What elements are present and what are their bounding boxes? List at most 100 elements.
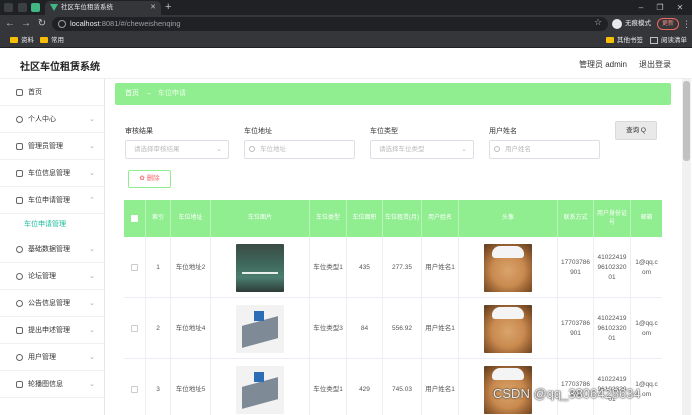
maximize-icon[interactable]: ❐	[650, 0, 670, 15]
avatar[interactable]	[484, 304, 532, 353]
url-input[interactable]: localhost:8081/#/cheweishenqing	[52, 17, 608, 31]
parking-3d-image[interactable]	[236, 304, 284, 353]
cell-type: 车位类型1	[310, 237, 347, 298]
compass-icon	[16, 246, 23, 253]
sidebar-item-label: 用户管理	[28, 354, 56, 361]
folder-icon	[10, 37, 18, 43]
cell-image	[211, 237, 310, 298]
sidebar-item-forum[interactable]: 论坛管理 ⌄	[0, 263, 105, 290]
cell-image	[211, 359, 310, 415]
address-input[interactable]: 车位地址	[244, 140, 355, 159]
select-all-header[interactable]	[124, 200, 146, 237]
bookmark-folder[interactable]: 常用	[40, 33, 64, 48]
sidebar-item-admins[interactable]: 管理员管理 ⌄	[0, 133, 105, 160]
sidebar-item-home[interactable]: 首页	[0, 79, 105, 106]
cell-rent: 556.92	[383, 298, 422, 359]
sidebar-item-profile[interactable]: 个人中心 ⌄	[0, 106, 105, 133]
delete-button[interactable]: ✿ 删除	[128, 170, 171, 188]
sidebar-item-base-data[interactable]: 基础数据管理 ⌄	[0, 236, 105, 263]
sidebar-item-notices[interactable]: 公告信息管理 ⌄	[0, 290, 105, 317]
browser-tab[interactable]: 社区车位租赁系统 ✕	[45, 1, 161, 15]
list-icon	[16, 381, 23, 388]
bookmarks-bar: 资料 常用 其他书签 阅读清单	[0, 33, 692, 48]
chevron-down-icon: ⌄	[89, 381, 95, 388]
query-button[interactable]: 查询 Q	[615, 121, 657, 140]
cell-email: 1@qq.com	[635, 258, 658, 276]
back-icon[interactable]: ←	[4, 17, 16, 31]
cell-avatar	[459, 298, 558, 359]
table-row[interactable]: 2 车位地址4 车位类型3 84 556.92 用户姓名1 1770378690…	[124, 298, 662, 359]
cell-phone: 17703786901	[558, 298, 594, 359]
row-select-cell[interactable]	[124, 237, 146, 298]
forward-icon[interactable]: →	[20, 17, 32, 31]
vue-icon	[50, 4, 58, 11]
column-header: 邮箱	[640, 215, 653, 221]
breadcrumb-separator: →	[144, 90, 152, 97]
parking-photo-image[interactable]	[236, 243, 284, 292]
sidebar-item-carousel[interactable]: 轮播图信息 ⌄	[0, 371, 105, 398]
more-menu-icon[interactable]: ⋮	[682, 17, 691, 31]
update-button[interactable]: 更新	[657, 18, 680, 30]
sidebar-subitem-parking-apply[interactable]: 车位申请管理	[0, 214, 105, 236]
row-checkbox[interactable]	[131, 386, 138, 393]
app-header: 社区车位租赁系统 管理员 admin 退出登录	[0, 49, 692, 79]
status-select[interactable]: 请选择审核结果 ⌄	[125, 140, 229, 159]
breadcrumb-home[interactable]: 首页	[125, 90, 139, 97]
row-select-cell[interactable]	[124, 298, 146, 359]
cell-image	[211, 298, 310, 359]
username-placeholder: 用户姓名	[505, 146, 531, 153]
tab-favicon-icon[interactable]	[31, 3, 40, 12]
csdn-watermark: CSDN @qq_3806428634	[493, 386, 641, 401]
table-header: 索引 车位地址 车位图片 车位类型 车位面积 车位租赁(月) 用户姓名 头像 联…	[124, 200, 662, 237]
cell-phone: 17703786901	[558, 237, 594, 298]
window-close-icon[interactable]: ✕	[670, 0, 690, 15]
parking-3d-image[interactable]	[236, 365, 284, 414]
scrollbar-thumb[interactable]	[683, 81, 690, 161]
row-checkbox[interactable]	[131, 325, 138, 332]
page-scrollbar[interactable]	[682, 79, 691, 415]
type-select[interactable]: 请选择车位类型 ⌄	[370, 140, 474, 159]
bookmark-star-icon[interactable]: ☆	[594, 15, 602, 29]
cell-address: 车位地址5	[171, 359, 211, 415]
reload-icon[interactable]: ↻	[36, 17, 48, 31]
cell-area: 84	[347, 298, 383, 359]
sidebar-item-label: 轮播图信息	[28, 381, 63, 388]
sidebar-item-parking-info[interactable]: 车位信息管理 ⌄	[0, 160, 105, 187]
reading-list[interactable]: 阅读清单	[650, 33, 687, 48]
close-icon[interactable]: ✕	[150, 1, 156, 15]
sidebar-item-parking-apply[interactable]: 车位申请管理 ⌃	[0, 187, 105, 214]
cell-address: 车位地址4	[171, 298, 211, 359]
browser-menu-icon[interactable]	[4, 3, 13, 12]
app-title: 社区车位租赁系统	[20, 62, 100, 73]
folder-icon	[606, 37, 614, 43]
site-info-icon[interactable]	[58, 20, 66, 28]
sidebar-item-label: 车位信息管理	[28, 170, 70, 177]
column-header: 联系方式	[558, 200, 594, 237]
row-checkbox[interactable]	[131, 264, 138, 271]
bookmark-folder[interactable]: 资料	[10, 33, 34, 48]
sidebar-item-users[interactable]: 用户管理 ⌄	[0, 344, 105, 371]
username-input[interactable]: 用户姓名	[489, 140, 600, 159]
column-header: 车位租赁(月)	[383, 200, 422, 237]
new-tab-icon[interactable]: +	[165, 0, 171, 15]
home-icon	[16, 89, 23, 96]
table-row[interactable]: 1 车位地址2 车位类型1 435 277.35 用户姓名1 177037869…	[124, 237, 662, 298]
search-icon	[494, 146, 500, 152]
breadcrumb: 首页 → 车位申请	[115, 83, 671, 105]
cell-username: 用户姓名1	[422, 237, 459, 298]
logout-link[interactable]: 退出登录	[639, 59, 671, 70]
avatar[interactable]	[484, 243, 532, 292]
chevron-down-icon: ⌄	[89, 116, 95, 123]
minimize-icon[interactable]: –	[631, 0, 651, 15]
incognito-indicator[interactable]: 无痕模式	[612, 17, 651, 31]
sidebar-item-complaints[interactable]: 提出申述管理 ⌄	[0, 317, 105, 344]
cell-index: 2	[146, 298, 171, 359]
cell-username: 用户姓名1	[422, 359, 459, 415]
data-table: 索引 车位地址 车位图片 车位类型 车位面积 车位租赁(月) 用户姓名 头像 联…	[124, 200, 662, 415]
tab-search-icon[interactable]	[18, 3, 27, 12]
select-all-checkbox[interactable]	[131, 215, 138, 222]
bookmark-folder[interactable]: 其他书签	[606, 33, 643, 48]
username-filter-label: 用户姓名	[489, 128, 517, 135]
row-select-cell[interactable]	[124, 359, 146, 415]
cell-email: 1@qq.com	[635, 319, 658, 337]
